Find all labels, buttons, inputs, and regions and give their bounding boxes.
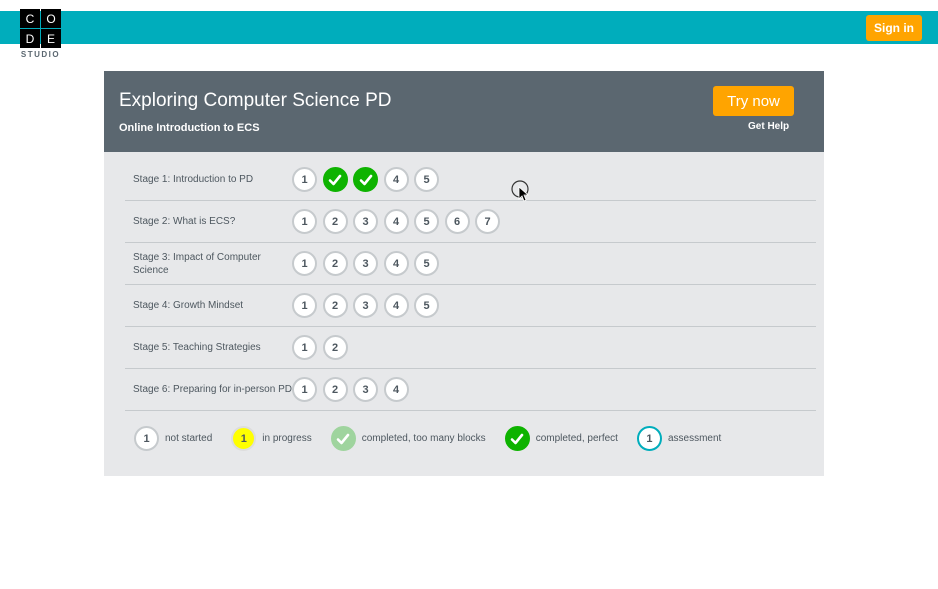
level-bubble[interactable]: 3: [353, 251, 378, 276]
stage-name-link[interactable]: Stage 1: Introduction to PD: [125, 173, 292, 186]
logo-letter: D: [20, 29, 40, 48]
legend-label: in progress: [262, 433, 312, 444]
logo-studio-text: STUDIO: [20, 50, 61, 59]
logo-letter: C: [20, 9, 40, 28]
code-studio-logo[interactable]: C O D E STUDIO: [20, 9, 61, 59]
level-bubbles: 1 45: [292, 167, 445, 192]
level-bubble[interactable]: 2: [322, 335, 348, 360]
level-bubble[interactable]: 3: [353, 209, 378, 234]
level-bubble[interactable]: 1: [292, 335, 317, 360]
course-subtitle: Online Introduction to ECS: [119, 122, 260, 134]
progress-legend: 1 not started 1 in progress completed, too m…: [134, 426, 740, 451]
legend-item: 1 not started: [134, 426, 212, 451]
stage-row: Stage 2: What is ECS? 1 2 3 4 5 6 7: [125, 201, 816, 243]
level-bubble[interactable]: 3: [353, 293, 378, 318]
legend-item: 1 in progress: [231, 426, 312, 451]
level-bubbles: 1234: [292, 377, 414, 402]
level-bubble[interactable]: 7: [475, 209, 500, 234]
legend-bubble: [330, 426, 356, 451]
level-bubble[interactable]: 2: [322, 251, 348, 276]
level-bubble[interactable]: 4: [383, 167, 409, 192]
mouse-cursor-icon: [511, 180, 530, 202]
level-bubble[interactable]: [353, 167, 378, 192]
level-bubble[interactable]: [322, 167, 348, 192]
logo-letter-grid: C O D E: [20, 9, 61, 48]
level-bubble[interactable]: 4: [383, 209, 409, 234]
level-bubble[interactable]: 4: [383, 251, 409, 276]
top-navigation-bar: [0, 11, 938, 44]
legend-bubble: 1: [231, 426, 257, 451]
logo-letter: E: [41, 29, 61, 48]
stage-row: Stage 3: Impact of Computer Science 1 2 3 4 5: [125, 243, 816, 285]
stage-list: Stage 1: Introduction to PD 1 4 5 Stage 2: W…: [125, 159, 816, 411]
checkmark-icon: [328, 174, 342, 185]
stage-name-link[interactable]: Stage 5: Teaching Strategies: [125, 341, 292, 354]
stage-name-link[interactable]: Stage 6: Preparing for in-person PD: [125, 383, 292, 396]
level-bubbles: 12345: [292, 251, 445, 276]
level-bubble[interactable]: 1: [292, 209, 317, 234]
legend-item: completed, too many blocks: [330, 426, 486, 451]
level-bubbles: 12345: [292, 293, 445, 318]
legend-bubble: [504, 426, 530, 451]
level-bubble[interactable]: 5: [414, 209, 439, 234]
level-bubble[interactable]: 1: [292, 251, 317, 276]
course-title: Exploring Computer Science PD: [119, 90, 392, 111]
level-bubble[interactable]: 6: [444, 209, 470, 234]
stage-name-link[interactable]: Stage 2: What is ECS?: [125, 215, 292, 228]
level-bubble[interactable]: 1: [292, 167, 317, 192]
level-bubble[interactable]: 1: [292, 377, 317, 402]
checkmark-icon: [359, 174, 372, 185]
legend-bubble: 1: [134, 426, 159, 451]
logo-letter: O: [41, 9, 61, 28]
stage-row: Stage 6: Preparing for in-person PD 1 2 3 4: [125, 369, 816, 411]
get-help-link[interactable]: Get Help: [748, 121, 789, 132]
try-now-button[interactable]: Try now: [713, 86, 794, 116]
level-bubbles: 12: [292, 335, 353, 360]
level-bubble[interactable]: 5: [414, 251, 439, 276]
level-bubble[interactable]: 5: [414, 293, 439, 318]
legend-item: completed, perfect: [504, 426, 618, 451]
legend-label: completed, too many blocks: [361, 433, 486, 444]
level-bubble[interactable]: 2: [322, 209, 348, 234]
sign-in-button[interactable]: Sign in: [866, 15, 922, 41]
legend-item: 1 assessment: [636, 426, 722, 451]
stage-row: Stage 5: Teaching Strategies 1 2: [125, 327, 816, 369]
level-bubble[interactable]: 2: [322, 293, 348, 318]
level-bubble[interactable]: 5: [414, 167, 439, 192]
stage-row: Stage 1: Introduction to PD 1 4 5: [125, 159, 816, 201]
stage-name-link[interactable]: Stage 4: Growth Mindset: [125, 299, 292, 312]
level-bubble[interactable]: 3: [353, 377, 378, 402]
course-card: Exploring Computer Science PD Online Int…: [104, 71, 824, 476]
level-bubble[interactable]: 1: [292, 293, 317, 318]
level-bubble[interactable]: 4: [383, 293, 409, 318]
stage-row: Stage 4: Growth Mindset 1 2 3 4 5: [125, 285, 816, 327]
legend-label: not started: [165, 433, 213, 444]
legend-bubble: 1: [636, 426, 662, 451]
level-bubble[interactable]: 4: [383, 377, 409, 402]
legend-label: completed, perfect: [535, 433, 618, 444]
legend-label: assessment: [667, 433, 722, 444]
level-bubbles: 1234567: [292, 209, 506, 234]
course-header: Exploring Computer Science PD Online Int…: [104, 71, 824, 152]
level-bubble[interactable]: 2: [322, 377, 348, 402]
checkmark-icon: [510, 433, 524, 444]
stage-name-link[interactable]: Stage 3: Impact of Computer Science: [125, 251, 292, 277]
checkmark-icon: [336, 433, 350, 444]
